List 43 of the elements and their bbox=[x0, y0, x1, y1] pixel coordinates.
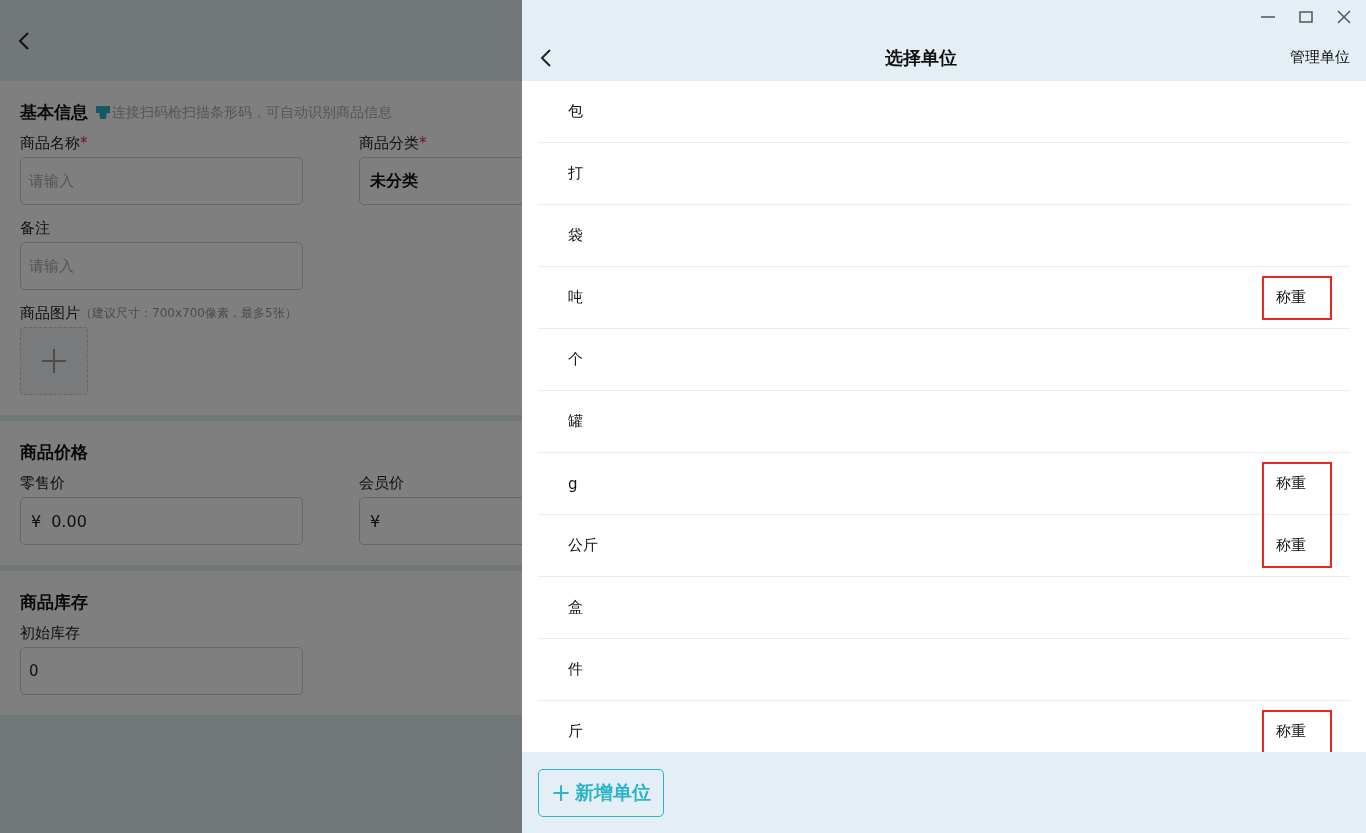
scanner-icon bbox=[96, 104, 110, 121]
maximize-icon[interactable] bbox=[1298, 9, 1314, 25]
field-label: 商品分类* bbox=[359, 134, 428, 153]
unit-row[interactable]: 件 bbox=[538, 639, 1350, 701]
unit-name: 公斤 bbox=[568, 536, 598, 555]
unit-name: 袋 bbox=[568, 226, 583, 245]
unit-name: 打 bbox=[568, 164, 583, 183]
unit-row[interactable]: g 称重 bbox=[538, 453, 1350, 515]
plus-icon bbox=[41, 348, 67, 374]
panel-title: 选择单位 bbox=[884, 45, 958, 70]
unit-name: g bbox=[568, 474, 578, 493]
unit-row[interactable]: 个 bbox=[538, 329, 1350, 391]
section-title: 商品库存 bbox=[20, 591, 88, 614]
close-icon[interactable] bbox=[1336, 9, 1352, 25]
weighing-tag: 称重 bbox=[1262, 275, 1332, 320]
unit-name: 件 bbox=[568, 660, 583, 679]
back-icon[interactable] bbox=[540, 47, 552, 68]
unit-name: 个 bbox=[568, 350, 583, 369]
unit-name: 吨 bbox=[568, 288, 583, 307]
unit-row[interactable]: 盒 bbox=[538, 577, 1350, 639]
manage-units-link[interactable]: 管理单位 bbox=[1290, 48, 1350, 67]
input-field[interactable]: 0 bbox=[20, 647, 303, 695]
unit-row[interactable]: 罐 bbox=[538, 391, 1350, 453]
field-label: 初始库存 bbox=[20, 624, 81, 643]
field-label: 备注 bbox=[20, 219, 51, 238]
section-title: 基本信息 bbox=[20, 101, 88, 124]
unit-name: 罐 bbox=[568, 412, 583, 431]
weighing-tag: 称重 bbox=[1262, 461, 1332, 506]
field-label: 零售价 bbox=[20, 474, 66, 493]
price-field[interactable]: ¥ 0.00 bbox=[20, 497, 303, 545]
unit-row[interactable]: 袋 bbox=[538, 205, 1350, 267]
field-label: 会员价 bbox=[359, 474, 405, 493]
unit-row[interactable]: 包 bbox=[538, 81, 1350, 143]
unit-name: 斤 bbox=[568, 722, 583, 741]
unit-row[interactable]: 吨 称重 bbox=[538, 267, 1350, 329]
unit-name: 包 bbox=[568, 102, 583, 121]
field-label: 商品名称* bbox=[20, 134, 89, 153]
section-title: 商品价格 bbox=[20, 441, 88, 464]
unit-row[interactable]: 打 bbox=[538, 143, 1350, 205]
field-label: 商品图片 bbox=[20, 304, 80, 323]
unit-row[interactable]: 公斤 称重 bbox=[538, 515, 1350, 577]
unit-name: 盒 bbox=[568, 598, 583, 617]
weighing-tag: 称重 bbox=[1262, 523, 1332, 568]
